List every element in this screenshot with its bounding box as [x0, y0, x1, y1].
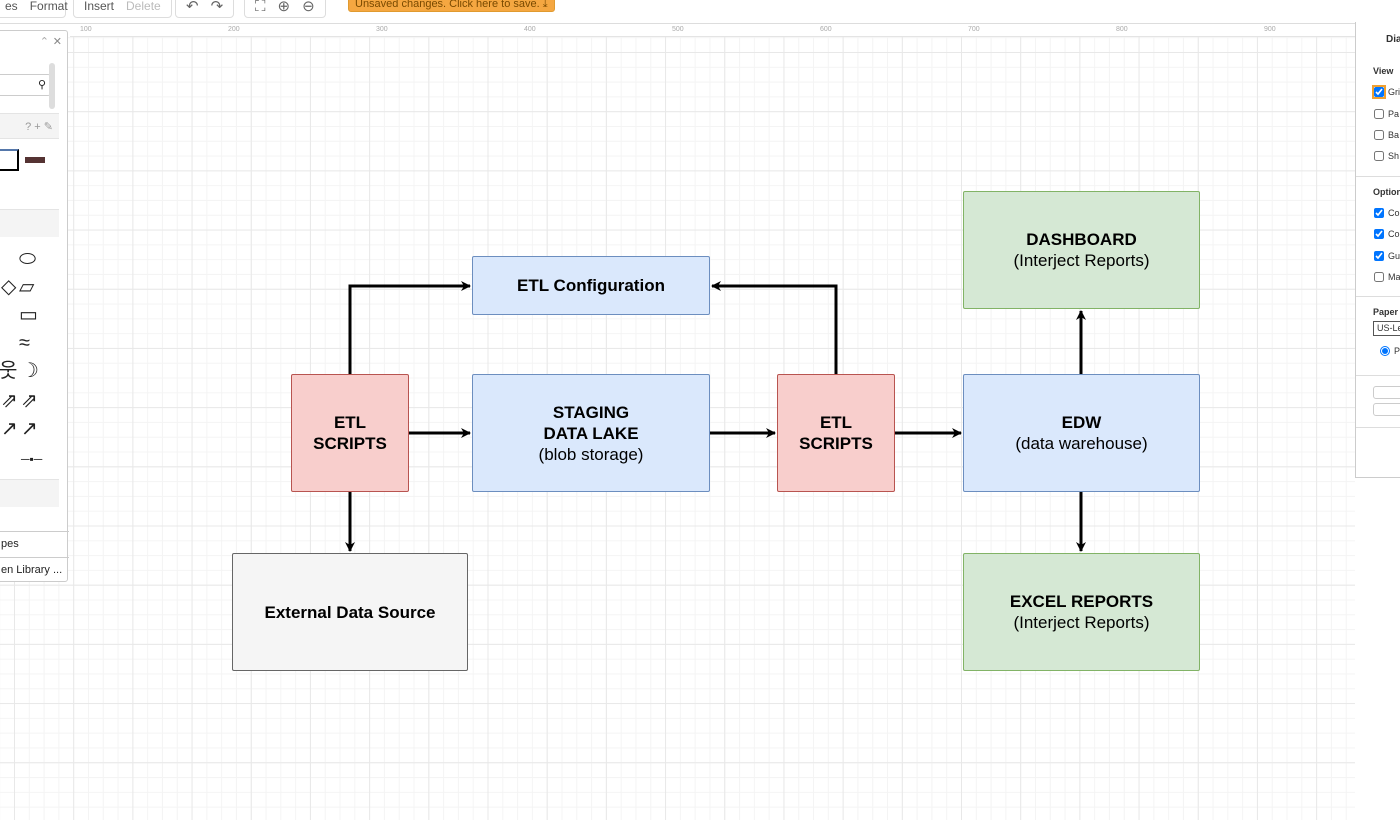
redo-icon[interactable]: ↷: [211, 0, 224, 15]
options-heading: Option: [1373, 187, 1400, 197]
paper-heading: Paper: [1373, 307, 1399, 317]
zoom-out-icon[interactable]: ⊖: [302, 0, 315, 15]
zoom-in-icon[interactable]: ⊕: [278, 0, 291, 15]
ruler-label: 800: [1116, 26, 1128, 33]
edit-group: Insert Delete: [73, 0, 172, 18]
more-shapes-label: pes: [1, 538, 19, 550]
toolbar: es Format Insert Delete ↶ ↷ ⛶ ⊕ ⊖ Unsave…: [0, 0, 1400, 24]
section-header[interactable]: [0, 479, 59, 507]
parallelogram-shape-icon[interactable]: ▱: [19, 277, 34, 297]
external-data-source-node[interactable]: External Data Source: [232, 553, 468, 671]
scratchpad-item[interactable]: [25, 157, 45, 163]
node-sublabel: (data warehouse): [1015, 434, 1148, 453]
etl-configuration-node[interactable]: ETL Configuration: [472, 256, 710, 315]
tab-format[interactable]: Format: [30, 0, 68, 13]
open-library-button[interactable]: en Library ...: [0, 557, 69, 581]
unsaved-text: Unsaved changes. Click here to save.: [355, 0, 540, 10]
connector-shape-icon[interactable]: ─▪─: [21, 449, 42, 469]
node-label: ETL Configuration: [517, 276, 665, 295]
etl-scripts-right-node[interactable]: ETL SCRIPTS: [777, 374, 895, 492]
node-label: STAGING: [552, 402, 630, 422]
option-checkbox[interactable]: Gu: [1374, 251, 1400, 261]
ruler-label: 400: [524, 26, 536, 33]
save-icon: ⤓: [542, 0, 548, 10]
ruler-label: 600: [820, 26, 832, 33]
panel-button[interactable]: [1373, 386, 1400, 399]
arrow-shape-icon[interactable]: ⇗: [21, 391, 38, 411]
node-label: SCRIPTS: [799, 434, 873, 453]
shadow-checkbox[interactable]: Sh: [1374, 151, 1399, 161]
actor-shape-icon[interactable]: 웃: [0, 361, 17, 381]
close-icon[interactable]: ✕: [53, 35, 62, 48]
option-checkbox[interactable]: Ma: [1374, 272, 1400, 282]
scratchpad-tools-icon[interactable]: ? + ✎: [25, 120, 53, 133]
scratchpad-header[interactable]: ? + ✎: [0, 113, 59, 139]
view-heading: View: [1373, 66, 1394, 76]
panel-title: Dia: [1386, 34, 1400, 45]
node-sublabel: (blob storage): [538, 444, 644, 464]
document-shape-icon[interactable]: ▭: [19, 305, 38, 325]
collapse-icon[interactable]: ⌃: [40, 35, 49, 48]
etl-scripts-left-node[interactable]: ETL SCRIPTS: [291, 374, 409, 492]
grid-checkbox[interactable]: Gri: [1372, 85, 1400, 99]
line-shape-icon[interactable]: ↗: [21, 419, 38, 439]
node-sublabel: (Interject Reports): [1013, 613, 1150, 632]
horizontal-ruler: 100 200 300 400 500 600 700 800 900: [70, 25, 1355, 37]
portrait-radio[interactable]: P: [1380, 346, 1400, 356]
ruler-label: 900: [1264, 26, 1276, 33]
node-label: EXCEL REPORTS: [1009, 592, 1154, 611]
section-header[interactable]: [0, 209, 59, 237]
node-label: External Data Source: [264, 602, 436, 622]
open-library-label: en Library ...: [1, 564, 63, 576]
option-checkbox[interactable]: Co: [1374, 208, 1400, 218]
ellipse-shape-icon[interactable]: ⬭: [19, 249, 36, 269]
double-arrow-shape-icon[interactable]: ⇗: [1, 391, 18, 411]
scratchpad-item[interactable]: [0, 149, 19, 171]
more-shapes-button[interactable]: pes: [0, 531, 69, 555]
fit-icon[interactable]: ⛶: [255, 0, 266, 15]
node-label: DASHBOARD: [1026, 230, 1137, 249]
delete-button[interactable]: Delete: [126, 0, 161, 13]
excel-reports-node[interactable]: EXCEL REPORTS (Interject Reports): [963, 553, 1200, 671]
moon-shape-icon[interactable]: ☽: [21, 361, 39, 381]
panel-tabs: es Format: [0, 0, 68, 18]
ruler-label: 100: [80, 26, 92, 33]
ruler-label: 300: [376, 26, 388, 33]
staging-data-lake-node[interactable]: STAGING DATA LAKE (blob storage): [472, 374, 710, 492]
undo-icon[interactable]: ↶: [186, 0, 199, 15]
node-label: DATA LAKE: [543, 423, 639, 443]
option-checkbox[interactable]: Co: [1374, 229, 1400, 239]
node-label: ETL: [819, 413, 853, 432]
ruler-label: 500: [672, 26, 684, 33]
insert-button[interactable]: Insert: [84, 0, 114, 13]
node-label: ETL: [333, 413, 367, 432]
dashboard-node[interactable]: DASHBOARD (Interject Reports): [963, 191, 1200, 309]
ruler-label: 200: [228, 26, 240, 33]
edw-node[interactable]: EDW (data warehouse): [963, 374, 1200, 492]
search-icon: ⚲: [37, 79, 46, 91]
scrollbar[interactable]: [49, 63, 55, 109]
paper-size-select[interactable]: US-Le: [1373, 321, 1400, 336]
format-panel: Dia View Gri Pa Ba Sh Option Co Co Gu Ma…: [1355, 22, 1400, 478]
history-group: ↶ ↷: [175, 0, 235, 18]
node-sublabel: (Interject Reports): [1013, 251, 1150, 270]
unsaved-changes-banner[interactable]: Unsaved changes. Click here to save. ⤓: [348, 0, 555, 12]
panel-button[interactable]: [1373, 403, 1400, 416]
page-view-checkbox[interactable]: Pa: [1374, 109, 1399, 119]
shapes-panel: ⌃ ✕ ⚲ ? + ✎ ⬭ ◇ ▱ ▭ ≈ 웃 ☽ ⇗ ⇗ ↗ ↗ ─▪─ pe…: [0, 30, 69, 582]
node-label: SCRIPTS: [313, 434, 387, 453]
background-checkbox[interactable]: Ba: [1374, 130, 1399, 140]
tape-shape-icon[interactable]: ≈: [19, 333, 30, 353]
line-shape-icon[interactable]: ↗: [1, 419, 18, 439]
node-label: EDW: [1061, 413, 1102, 432]
diamond-shape-icon[interactable]: ◇: [1, 277, 16, 297]
ruler-label: 700: [968, 26, 980, 33]
tab-shapes[interactable]: es: [5, 0, 18, 13]
search-input[interactable]: ⚲: [0, 74, 51, 96]
zoom-group: ⛶ ⊕ ⊖: [244, 0, 326, 18]
